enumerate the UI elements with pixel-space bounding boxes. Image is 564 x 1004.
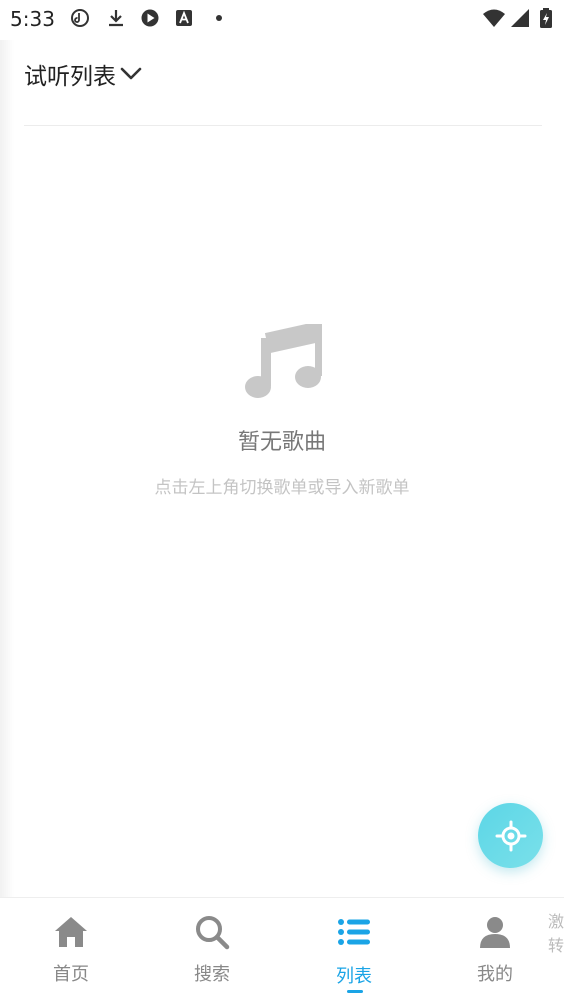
header-divider	[24, 125, 542, 126]
signal-icon	[511, 9, 529, 27]
nav-label-home: 首页	[53, 964, 89, 985]
locate-current-song-button[interactable]	[478, 803, 543, 868]
battery-charging-icon	[540, 8, 552, 28]
empty-subtitle: 点击左上角切换歌单或导入新歌单	[154, 478, 410, 498]
search-icon	[196, 916, 230, 950]
home-icon	[55, 917, 87, 947]
music-note-icon	[245, 324, 322, 398]
nav-item-mine[interactable]: 我的	[445, 898, 545, 1004]
empty-title: 暂无歌曲	[237, 430, 326, 455]
status-bar: 5:33	[0, 0, 564, 38]
nav-item-home[interactable]: 首页	[21, 898, 121, 1004]
user-icon	[480, 917, 510, 948]
page-title: 试听列表	[24, 64, 116, 90]
nav-label-mine: 我的	[477, 964, 513, 985]
nav-item-list[interactable]: 列表	[304, 898, 404, 1004]
edge-shadow	[0, 40, 14, 898]
play-app-icon	[141, 9, 159, 27]
nav-label-list: 列表	[336, 966, 372, 987]
active-indicator	[347, 990, 363, 993]
download-icon	[109, 10, 123, 27]
locate-icon	[495, 820, 526, 851]
dot-icon	[216, 15, 222, 21]
nav-label-search: 搜索	[194, 964, 230, 985]
status-time: 5:33	[10, 7, 55, 31]
playlist-selector[interactable]: 试听列表	[24, 56, 144, 92]
bottom-navigation: 首页 搜索 列表 我的	[0, 897, 564, 1004]
partial-overflow-text: 激转	[548, 912, 564, 955]
music-app-icon	[71, 9, 89, 27]
wifi-icon	[483, 9, 505, 27]
list-icon	[338, 919, 370, 945]
chevron-down-icon	[120, 67, 142, 80]
a-app-icon	[176, 10, 192, 26]
nav-item-search[interactable]: 搜索	[162, 898, 262, 1004]
